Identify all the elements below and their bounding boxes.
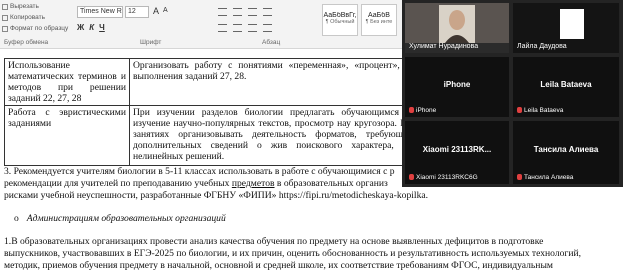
participant-name: Хулимат Нурадинова	[409, 43, 479, 50]
text-run-underlined: предметов	[231, 178, 275, 189]
underline-button[interactable]: Ч	[99, 23, 105, 32]
word-ribbon: Вырезать Копировать Формат по образцу Бу…	[0, 0, 402, 49]
format-painter-button[interactable]: Формат по образцу	[2, 25, 68, 32]
paragraph-group-label: Абзац	[262, 39, 281, 46]
participant-tile[interactable]: Xiaomi 23113RK... Xiaomi 23113RKC6G	[405, 121, 509, 184]
participant-display-name: iPhone	[443, 79, 471, 89]
bold-button[interactable]: Ж	[77, 23, 84, 32]
align-center-icon[interactable]	[233, 24, 242, 32]
participant-display-name: Xiaomi 23113RK...	[422, 144, 492, 154]
indent-icon[interactable]	[263, 8, 272, 16]
avatar	[560, 9, 584, 39]
section-heading-text: Администрациям образовательных организац…	[26, 213, 226, 224]
bullets-icon[interactable]	[218, 8, 227, 16]
style-caption: ¶ Обычный	[325, 19, 355, 25]
font-name-select[interactable]: Times New Rom	[77, 6, 123, 18]
multilevel-icon[interactable]	[248, 8, 257, 16]
mic-muted-icon	[517, 174, 522, 181]
font-size-select[interactable]: 12	[125, 6, 149, 18]
copy-icon	[2, 14, 8, 21]
participant-name: iPhone	[409, 107, 436, 114]
table-row: Работа с эвристическими заданиями При из…	[4, 105, 454, 166]
section-heading: o Администрациям образовательных организа…	[14, 213, 623, 225]
style-no-spacing[interactable]: АаБбВ ¶ Без инте	[361, 4, 397, 36]
participant-name-text: Xiaomi 23113RKC6G	[416, 174, 478, 181]
style-sample: АаБбВ	[368, 12, 390, 19]
font-format-row: Ж К Ч	[77, 23, 105, 32]
video-conference-panel: Хулимат Нурадинова Лайла Даудова iPhone …	[402, 0, 623, 187]
participant-name: Leila Bataeva	[517, 107, 563, 114]
italic-button[interactable]: К	[89, 23, 94, 32]
paragraph-1-line: 1.В образовательных организациях провест…	[4, 236, 544, 247]
participant-photo	[405, 3, 509, 43]
copy-label: Копировать	[10, 14, 45, 21]
justify-icon[interactable]	[263, 24, 272, 32]
style-caption: ¶ Без инте	[365, 19, 393, 25]
mic-muted-icon	[409, 107, 414, 114]
style-sample: АаБбВвГг,	[323, 12, 357, 19]
participant-tile[interactable]: iPhone iPhone	[405, 57, 509, 117]
text-run: в образовательных организ	[274, 178, 388, 189]
font-group-label: Шрифт	[140, 39, 162, 46]
recommendations-table: Использование математических терминов и …	[4, 58, 454, 166]
paragraph-1-line: выпускников, участвовавших в ЕГЭ-2025 по…	[4, 248, 582, 259]
text-run: рекомендации для учителей по преподавани…	[4, 178, 232, 189]
participant-name: Xiaomi 23113RKC6G	[409, 174, 478, 181]
paragraph-align-buttons	[218, 24, 272, 32]
paragraph-1-line: методик, приемов обучения предмету в нач…	[4, 260, 553, 271]
cut-label: Вырезать	[10, 3, 39, 10]
paragraph-3-line: рисками учебной неуспешности, разработан…	[4, 190, 429, 201]
shrink-font-button[interactable]: A	[163, 7, 168, 14]
bullet-icon: o	[14, 213, 19, 224]
style-normal[interactable]: АаБбВвГг, ¶ Обычный	[322, 4, 358, 36]
align-right-icon[interactable]	[248, 24, 257, 32]
scissors-icon	[2, 3, 8, 10]
participant-display-name: Тансила Алиева	[533, 144, 599, 154]
participant-name: Тансила Алиева	[517, 174, 573, 181]
participant-tile[interactable]: Тансила Алиева Тансила Алиева	[513, 121, 619, 184]
brush-icon	[2, 25, 8, 32]
participant-name: Лайла Даудова	[517, 43, 567, 50]
participant-name-text: Тансила Алиева	[524, 174, 574, 181]
participant-tile[interactable]: Лайла Даудова	[513, 3, 619, 53]
cut-button[interactable]: Вырезать	[2, 3, 39, 10]
copy-button[interactable]: Копировать	[2, 14, 45, 21]
participant-tile[interactable]: Leila Bataeva Leila Bataeva	[513, 57, 619, 117]
participant-name-text: iPhone	[416, 107, 437, 114]
format-painter-label: Формат по образцу	[10, 25, 69, 32]
grow-font-button[interactable]: A	[153, 6, 159, 16]
participant-tile[interactable]: Хулимат Нурадинова	[405, 3, 509, 53]
table-row: Использование математических терминов и …	[4, 58, 454, 106]
numbering-icon[interactable]	[233, 8, 242, 16]
mic-muted-icon	[409, 174, 414, 181]
participant-display-name: Leila Bataeva	[540, 79, 592, 89]
align-left-icon[interactable]	[218, 24, 227, 32]
table-cell: Работа с эвристическими заданиями	[4, 105, 130, 166]
table-cell: Использование математических терминов и …	[4, 58, 130, 106]
mic-muted-icon	[517, 107, 522, 114]
paragraph-list-buttons	[218, 8, 272, 16]
clipboard-group-label: Буфер обмена	[4, 39, 49, 46]
participant-name-text: Leila Bataeva	[524, 107, 564, 114]
